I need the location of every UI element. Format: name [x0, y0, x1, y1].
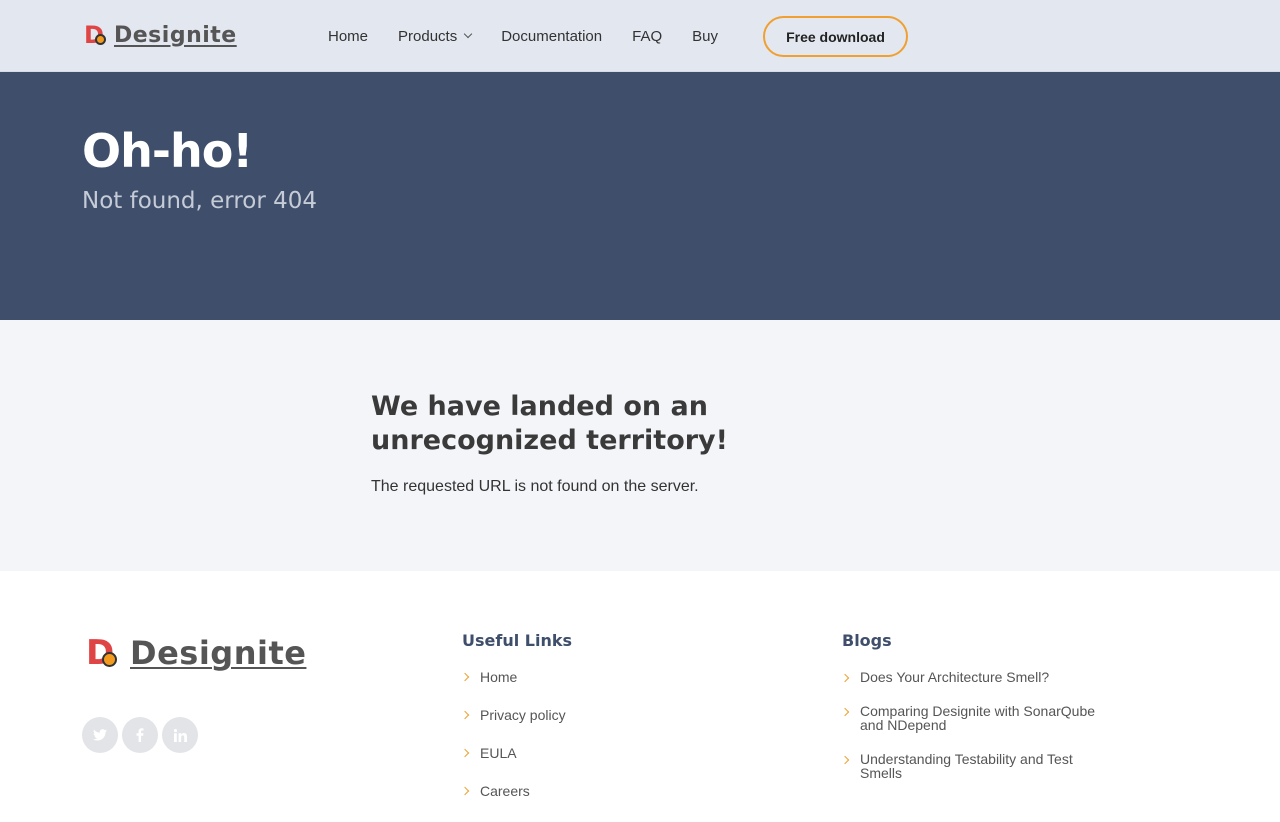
- facebook-icon[interactable]: [122, 717, 158, 753]
- error-message-section: We have landed on an unrecognized territ…: [0, 320, 1280, 571]
- nav-home[interactable]: Home: [328, 28, 368, 45]
- blogs-column: Blogs Does Your Architecture Smell? Comp…: [840, 631, 1102, 800]
- nav-buy[interactable]: Buy: [692, 28, 718, 45]
- blog-link-label: Understanding Testability and Test Smell…: [860, 751, 1073, 781]
- chevron-right-icon: [460, 748, 470, 758]
- nav-products-label: Products: [398, 27, 458, 45]
- page-title: Oh-ho!: [82, 124, 253, 178]
- blogs-title: Blogs: [842, 631, 892, 650]
- logo-wordmark: Designite: [130, 634, 307, 672]
- footer-link-label: Privacy policy: [480, 707, 566, 723]
- footer-link-eula[interactable]: EULA: [460, 745, 572, 761]
- chevron-right-icon: [840, 673, 850, 683]
- error-description: The requested URL is not found on the se…: [371, 478, 699, 495]
- logo-mark-icon: D: [86, 633, 126, 673]
- error-heading: We have landed on an unrecognized territ…: [371, 391, 728, 456]
- blog-link[interactable]: Comparing Designite with SonarQube and N…: [840, 703, 1102, 733]
- chevron-right-icon: [840, 755, 850, 765]
- hero-banner: Oh-ho! Not found, error 404: [0, 72, 1280, 320]
- social-links: [82, 717, 202, 753]
- footer-link-privacy[interactable]: Privacy policy: [460, 707, 572, 723]
- footer-logo[interactable]: D Designite: [86, 631, 306, 675]
- page-subtitle: Not found, error 404: [82, 188, 318, 214]
- chevron-right-icon: [460, 710, 470, 720]
- nav-products[interactable]: Products: [398, 27, 473, 45]
- blog-link-label: Does Your Architecture Smell?: [860, 669, 1050, 685]
- chevron-right-icon: [460, 672, 470, 682]
- site-footer: D Designite Useful Links Home Privacy po…: [0, 571, 1280, 800]
- chevron-down-icon: [463, 29, 473, 39]
- logo-mark-icon: D: [84, 21, 112, 49]
- useful-links-title: Useful Links: [462, 631, 573, 650]
- footer-link-label: Home: [480, 669, 518, 685]
- header-logo[interactable]: D Designite: [84, 20, 237, 50]
- main-nav: Home Products Documentation FAQ Buy: [328, 0, 748, 72]
- nav-documentation[interactable]: Documentation: [501, 28, 602, 45]
- footer-link-label: EULA: [480, 745, 517, 761]
- chevron-right-icon: [840, 707, 850, 717]
- useful-links-column: Useful Links Home Privacy policy EULA Ca…: [460, 631, 573, 822]
- logo-wordmark: Designite: [114, 22, 237, 48]
- chevron-right-icon: [460, 786, 470, 796]
- blog-link[interactable]: Understanding Testability and Test Smell…: [840, 751, 1102, 781]
- blog-link-label: Comparing Designite with SonarQube and N…: [860, 703, 1096, 733]
- nav-faq[interactable]: FAQ: [632, 28, 662, 45]
- blog-link[interactable]: Does Your Architecture Smell?: [840, 669, 1102, 685]
- site-header: D Designite Home Products Documentation …: [0, 0, 1280, 72]
- footer-link-home[interactable]: Home: [460, 669, 572, 685]
- free-download-button[interactable]: Free download: [763, 16, 908, 57]
- footer-link-careers[interactable]: Careers: [460, 783, 572, 799]
- twitter-icon[interactable]: [82, 717, 118, 753]
- linkedin-icon[interactable]: [162, 717, 198, 753]
- footer-link-label: Careers: [480, 783, 530, 799]
